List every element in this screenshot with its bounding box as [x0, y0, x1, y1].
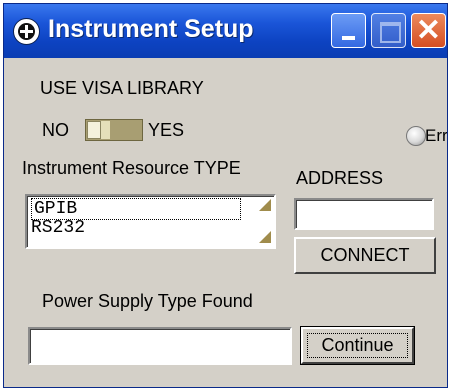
resource-option-gpib[interactable]: GPIB: [31, 198, 241, 220]
visa-heading: USE VISA LIBRARY: [40, 78, 204, 98]
visa-yes-label: YES: [148, 120, 185, 140]
resource-type-heading: Instrument Resource TYPE: [22, 158, 241, 178]
window-title: Instrument Setup: [48, 15, 254, 43]
instrument-setup-window: Instrument Setup ✕ USE VISA LIBRARY NO Y…: [3, 3, 448, 388]
error-led-indicator: [406, 126, 426, 146]
title-bar[interactable]: Instrument Setup ✕: [4, 4, 447, 58]
error-label: Error: [425, 126, 448, 145]
maximize-button[interactable]: [371, 13, 406, 48]
continue-button-label: Continue: [321, 335, 394, 355]
resource-type-listbox[interactable]: GPIB RS232: [25, 194, 276, 249]
minimize-icon: [342, 36, 355, 40]
address-input[interactable]: [294, 198, 434, 230]
power-supply-type-field[interactable]: [28, 327, 292, 365]
connect-button[interactable]: CONNECT: [294, 237, 436, 274]
visa-no-label: NO: [42, 120, 69, 140]
address-heading: ADDRESS: [296, 168, 384, 188]
visa-toggle-switch[interactable]: [85, 119, 143, 141]
toggle-thumb[interactable]: [87, 121, 101, 139]
instrument-logo-icon[interactable]: [13, 18, 40, 45]
resource-option-rs232[interactable]: RS232: [31, 218, 85, 238]
continue-button[interactable]: Continue: [301, 327, 414, 364]
minimize-button[interactable]: [331, 13, 366, 48]
scroll-up-icon[interactable]: [259, 199, 271, 211]
close-button[interactable]: ✕: [411, 13, 446, 48]
power-supply-heading: Power Supply Type Found: [42, 291, 253, 311]
listbox-scrollbar[interactable]: [253, 197, 273, 246]
setup-panel: USE VISA LIBRARY NO YES Error Instrument…: [4, 58, 448, 387]
scroll-down-icon[interactable]: [259, 231, 271, 243]
maximize-icon: [380, 22, 401, 43]
close-icon: ✕: [415, 14, 442, 47]
